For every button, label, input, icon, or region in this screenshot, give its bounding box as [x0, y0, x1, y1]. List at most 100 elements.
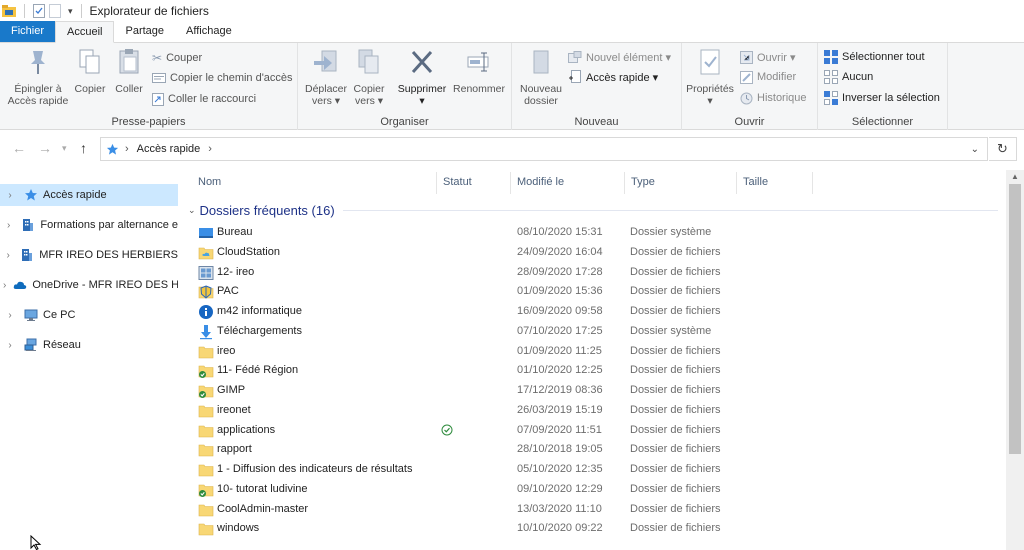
nav-item-mfr-ireo[interactable]: › MFR IREO DES HERBIERS — [0, 244, 178, 266]
shield-folder-icon — [198, 285, 214, 299]
quick-access-toolbar-dropdown-icon[interactable]: ▾ — [68, 6, 73, 17]
pin-quick-access-button[interactable]: Épingler à Accès rapide — [4, 47, 72, 107]
sync-status-check-icon — [441, 424, 453, 435]
list-item[interactable]: Bureau 08/10/2020 15:31 Dossier système — [194, 223, 1002, 243]
up-arrow-icon[interactable]: ↑ — [80, 140, 87, 156]
invert-selection-button[interactable]: Inverser la sélection — [824, 89, 940, 107]
cut-button[interactable]: ✂ Couper — [152, 49, 202, 67]
delete-button[interactable]: Supprimer ▾ — [394, 47, 450, 107]
modified-date: 13/03/2020 11:10 — [517, 502, 602, 515]
copy-button[interactable]: Copier — [72, 47, 108, 95]
ribbon: Épingler à Accès rapide Copier Coller ✂ … — [0, 43, 1024, 130]
properties-button[interactable]: Propriétés ▾ — [684, 47, 736, 107]
folder-icon — [198, 346, 214, 358]
column-divider[interactable] — [812, 172, 813, 194]
file-name: m42 informatique — [217, 305, 302, 317]
nav-item-onedrive[interactable]: › OneDrive - MFR IREO DES H — [0, 274, 178, 296]
nav-item-formations[interactable]: › Formations par alternance e — [0, 214, 178, 236]
network-folder-icon — [198, 265, 214, 280]
rename-button[interactable]: Renommer — [450, 47, 508, 95]
tab-fichier[interactable]: Fichier — [0, 21, 56, 42]
new-item-icon — [568, 50, 582, 63]
modified-date: 10/10/2020 09:22 — [517, 522, 603, 535]
address-bar[interactable]: › Accès rapide › ⌄ — [100, 137, 988, 161]
tab-partage[interactable]: Partage — [114, 21, 175, 42]
list-item[interactable]: CloudStation 24/09/2020 16:04 Dossier de f… — [194, 243, 1002, 263]
paste-button[interactable]: Coller — [110, 47, 148, 95]
new-folder-quick-icon[interactable] — [49, 4, 61, 18]
paste-shortcut-button[interactable]: Coller le raccourci — [152, 90, 256, 108]
list-item[interactable]: m42 informatique 16/09/2020 09:58 Dossier … — [194, 302, 1002, 322]
list-item[interactable]: rapport 28/10/2018 19:05 Dossier de fichie… — [194, 440, 1002, 460]
select-all-button[interactable]: Sélectionner tout — [824, 48, 925, 66]
list-item[interactable]: GIMP 17/12/2019 08:36 Dossier de fichiers — [194, 381, 1002, 401]
column-header-type[interactable]: Type — [631, 170, 655, 194]
column-header-size[interactable]: Taille — [743, 170, 768, 194]
list-item[interactable]: PAC 01/09/2020 15:36 Dossier de fichiers — [194, 282, 1002, 302]
new-folder-button[interactable]: Nouveau dossier — [516, 47, 566, 107]
address-dropdown-icon[interactable]: ⌄ — [971, 144, 979, 155]
paste-shortcut-icon — [152, 93, 164, 106]
column-header-name[interactable]: Nom — [198, 170, 221, 194]
expand-chevron-icon[interactable]: › — [3, 190, 17, 201]
tab-affichage[interactable]: Affichage — [175, 21, 243, 42]
expand-chevron-icon[interactable]: › — [3, 250, 13, 261]
file-type: Dossier de fichiers — [630, 245, 721, 258]
breadcrumb-separator[interactable]: › — [125, 143, 129, 155]
select-none-button[interactable]: Aucun — [824, 68, 873, 86]
list-item[interactable]: 1 - Diffusion des indicateurs de résulta… — [194, 460, 1002, 480]
breadcrumb-acces-rapide[interactable]: Accès rapide — [137, 143, 201, 155]
synced-folder-icon — [198, 365, 214, 379]
nav-item-ce-pc[interactable]: › Ce PC — [0, 304, 178, 326]
title-bar: ▾ Explorateur de fichiers — [0, 0, 1024, 22]
file-name: PAC — [217, 285, 239, 298]
expand-chevron-icon[interactable]: › — [3, 220, 14, 231]
new-item-button[interactable]: Nouvel élément ▾ — [568, 48, 671, 66]
scroll-up-arrow-icon[interactable]: ▲ — [1011, 172, 1019, 181]
edit-button[interactable]: Modifier — [740, 68, 796, 86]
properties-quick-icon[interactable] — [33, 4, 45, 18]
expand-chevron-icon[interactable]: › — [3, 310, 17, 321]
open-button[interactable]: Ouvrir ▾ — [740, 48, 796, 66]
back-arrow-icon[interactable]: ← — [12, 140, 26, 156]
breadcrumb-separator-end[interactable]: › — [208, 143, 212, 155]
column-divider[interactable] — [510, 172, 511, 194]
column-header-status[interactable]: Statut — [443, 170, 472, 194]
group-header-frequent-folders[interactable]: ⌄ Dossiers fréquents (16) — [186, 200, 1002, 220]
list-item[interactable]: ireonet 26/03/2019 15:19 Dossier de fichie… — [194, 401, 1002, 421]
file-type: Dossier de fichiers — [630, 384, 721, 396]
easy-access-button[interactable]: Accès rapide ▾ — [568, 68, 658, 86]
copy-to-button[interactable]: Copier vers ▾ — [350, 47, 388, 107]
copy-path-button[interactable]: Copier le chemin d'accès — [152, 69, 293, 87]
list-item[interactable]: applications 07/09/2020 11:51 Dossier de f… — [194, 421, 1002, 441]
nav-item-acces-rapide[interactable]: › Accès rapide — [0, 184, 178, 206]
column-divider[interactable] — [436, 172, 437, 194]
expand-chevron-icon[interactable]: › — [3, 340, 17, 351]
star-icon — [25, 189, 37, 201]
history-button[interactable]: Historique — [740, 89, 807, 107]
history-icon — [740, 92, 753, 104]
recent-locations-chevron-icon[interactable]: ▾ — [62, 143, 67, 154]
expand-chevron-icon[interactable]: › — [3, 280, 6, 291]
forward-arrow-icon[interactable]: → — [38, 140, 52, 156]
group-divider — [342, 209, 998, 211]
modified-date: 07/10/2020 17:25 — [517, 324, 603, 337]
scrollbar-thumb[interactable] — [1009, 184, 1021, 454]
list-item[interactable]: windows 10/10/2020 09:22 Dossier de fichie… — [194, 519, 1002, 539]
nav-item-reseau[interactable]: › Réseau — [0, 334, 178, 356]
list-item[interactable]: 11- Fédé Région 01/10/2020 12:25 Dossier d… — [194, 361, 1002, 381]
column-header-modified[interactable]: Modifié le — [517, 170, 564, 194]
refresh-icon[interactable]: ↻ — [989, 137, 1017, 161]
list-item[interactable]: CoolAdmin-master 13/03/2020 11:10 Dossier … — [194, 500, 1002, 520]
column-divider[interactable] — [624, 172, 625, 194]
file-name: GIMP — [217, 384, 246, 396]
collapse-chevron-icon[interactable]: ⌄ — [188, 205, 196, 216]
move-to-button[interactable]: Déplacer vers ▾ — [302, 47, 350, 107]
list-item[interactable]: 10- tutorat ludivine 09/10/2020 12:29 Doss… — [194, 480, 1002, 500]
column-divider[interactable] — [736, 172, 737, 194]
tab-accueil[interactable]: Accueil — [55, 21, 115, 43]
list-item[interactable]: 12- ireo 28/09/2020 17:28 Dossier de fichi… — [194, 263, 1002, 283]
list-item[interactable]: ireo 01/09/2020 11:25 Dossier de fichiers — [194, 342, 1002, 362]
list-item[interactable]: Téléchargements 07/10/2020 17:25 Dossier s… — [194, 322, 1002, 342]
modified-date: 24/09/2020 16:04 — [517, 245, 603, 258]
